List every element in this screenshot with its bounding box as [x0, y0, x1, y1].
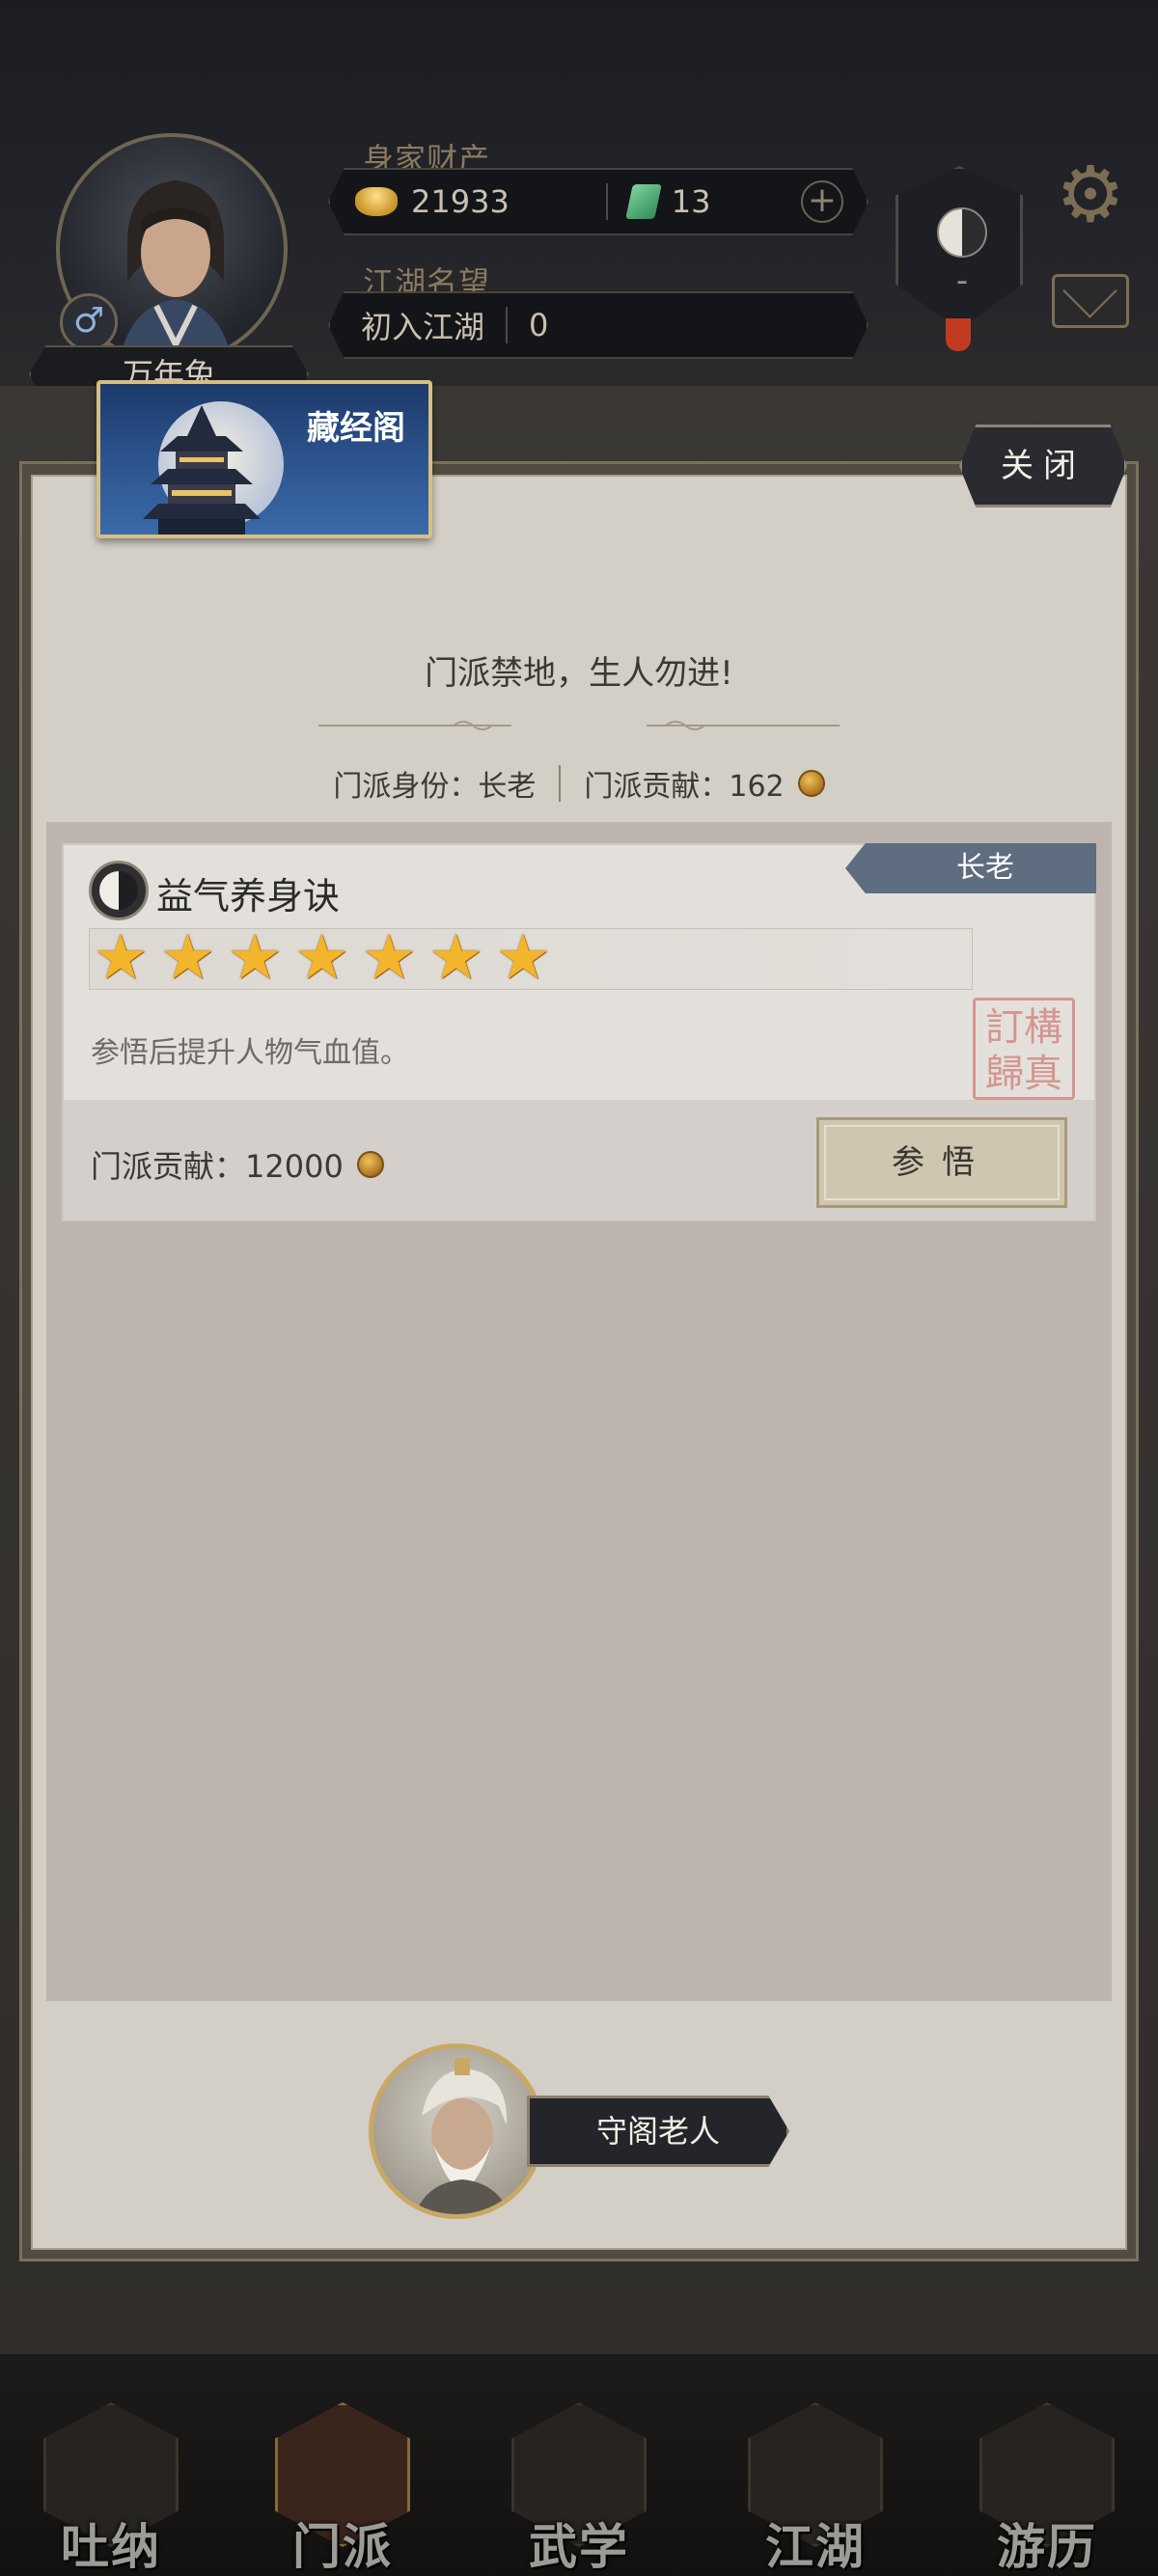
contribution-coin-icon — [356, 1151, 384, 1178]
seal-stamp: 訂構 歸真 — [973, 998, 1075, 1100]
sect-contribution: 门派贡献：162 — [584, 770, 785, 804]
reputation-title: 初入江湖 — [361, 309, 485, 345]
warning-text: 门派禁地，生人勿进! — [425, 654, 733, 693]
npc-portrait[interactable] — [369, 2043, 544, 2219]
sect-identity: 门派身份：长老 — [333, 770, 537, 804]
settings-gear-icon[interactable]: ⚙ — [1052, 156, 1129, 233]
npc-name: 守阁老人 — [527, 2096, 789, 2167]
skill-description: 参悟后提升人物气血值。 — [91, 1036, 409, 1070]
jade-icon — [624, 184, 662, 219]
taiji-icon — [937, 207, 987, 258]
divider — [506, 307, 509, 343]
gender-icon: ♂ — [60, 293, 118, 351]
star-icon: ★ — [159, 922, 216, 994]
wealth-bar: 21933 13 + — [328, 168, 868, 235]
sect-emblem-button[interactable]: - — [896, 166, 1023, 330]
divider — [559, 765, 562, 802]
tassel-icon — [946, 318, 971, 351]
star-icon: ★ — [427, 922, 484, 994]
mail-icon[interactable] — [1052, 274, 1129, 328]
sect-info: 门派身份：长老 门派贡献：162 — [0, 762, 1158, 805]
divider — [605, 183, 608, 220]
star-icon: ★ — [361, 922, 417, 994]
star-icon: ★ — [93, 922, 149, 994]
yin-yang-icon — [89, 861, 149, 920]
seal-line: 歸真 — [985, 1052, 1062, 1096]
reputation-value: 0 — [529, 307, 549, 343]
star-icon: ★ — [495, 922, 551, 994]
seal-line: 訂構 — [985, 1005, 1062, 1050]
reputation-bar: 初入江湖 0 — [328, 291, 868, 359]
skill-cost-text: 门派贡献：12000 — [91, 1148, 344, 1185]
contribution-coin-icon — [797, 770, 825, 797]
gold-ingot-icon — [355, 187, 398, 216]
sect-emblem-value: - — [955, 261, 969, 300]
ornament-divider — [318, 721, 840, 730]
skill-cost: 门派贡献：12000 — [91, 1142, 384, 1187]
add-currency-button[interactable]: + — [801, 180, 843, 223]
rank-ribbon: 长老 — [845, 843, 1096, 893]
skill-name: 益气养身诀 — [156, 875, 341, 918]
study-button[interactable]: 参悟 — [816, 1117, 1067, 1208]
yin-yang-inner — [99, 871, 138, 910]
modal-title: 藏经阁 — [307, 409, 405, 448]
close-button[interactable]: 关闭 — [959, 425, 1127, 507]
star-icon: ★ — [293, 922, 350, 994]
modal-title-card: 藏经阁 — [96, 380, 432, 538]
top-header: ♂ 万年兔 身家财产 21933 13 + 江湖名望 初入江湖 0 - ⚙ — [0, 0, 1158, 403]
jade-amount: 13 — [671, 183, 711, 220]
gold-amount: 21933 — [411, 183, 510, 220]
star-icon: ★ — [227, 922, 283, 994]
